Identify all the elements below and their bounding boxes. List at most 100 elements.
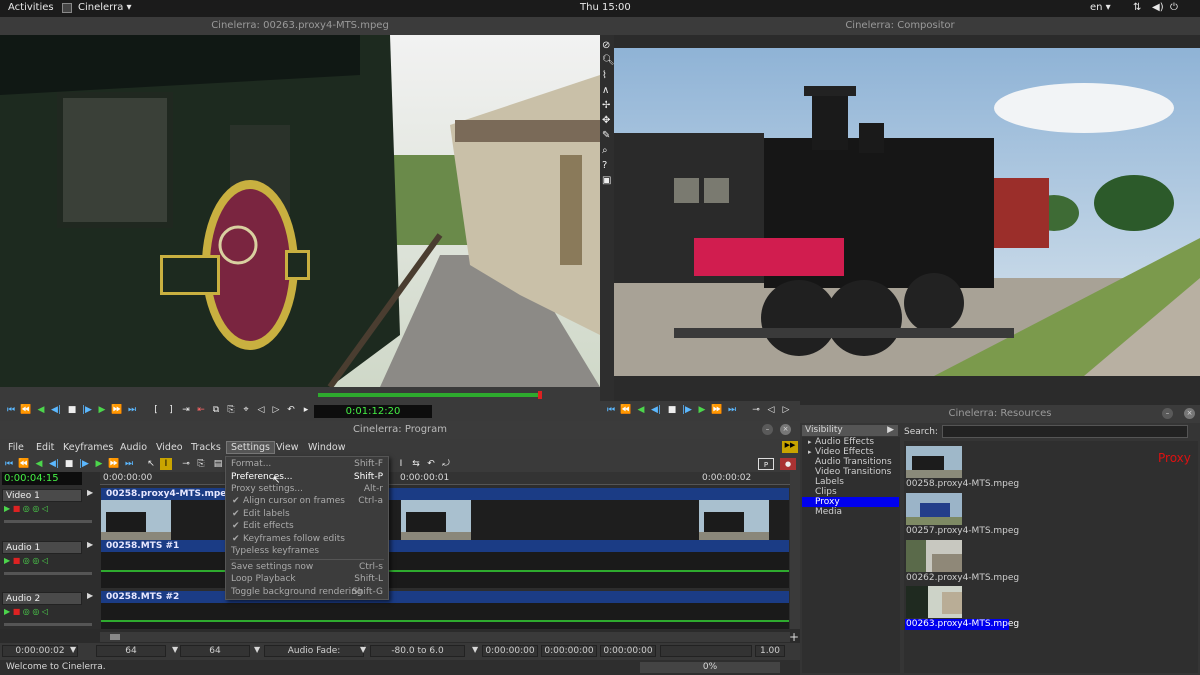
audio-clip-title[interactable]: 00258.MTS #2: [101, 591, 789, 603]
horizontal-scrollbar[interactable]: [100, 632, 790, 642]
arrow-tool-icon[interactable]: ↖: [145, 458, 157, 470]
activities-button[interactable]: Activities: [8, 2, 54, 13]
menu-item-preferences[interactable]: Preferences... Shift-P: [231, 471, 383, 483]
copy-icon[interactable]: ⎘: [195, 458, 207, 470]
dropdown-arrow-icon[interactable]: ▼: [472, 645, 478, 654]
prev-label-icon[interactable]: ◁: [765, 404, 777, 416]
reverse-play-icon[interactable]: ◀: [635, 404, 647, 416]
track-toggles[interactable]: ▶ ■ ◎ ◎ ◁: [4, 504, 84, 514]
overwrite-icon[interactable]: ⇤: [195, 404, 207, 416]
video-clip-body[interactable]: [101, 500, 789, 540]
audio-clip-title[interactable]: 00258.MTS #1: [101, 540, 789, 552]
track-fader[interactable]: [4, 623, 92, 626]
menu-item-keyframes-follow-edits[interactable]: ✔ Keyframes follow edits: [231, 533, 383, 545]
selection-end-field[interactable]: 0:00:00:00: [600, 645, 656, 657]
menu-tracks[interactable]: Tracks: [191, 442, 221, 453]
resource-thumbnail[interactable]: [906, 586, 962, 618]
folder-audio-effects[interactable]: Audio Effects: [815, 437, 874, 447]
minimize-icon[interactable]: –: [762, 424, 773, 435]
stop-icon[interactable]: ■: [666, 404, 678, 416]
close-icon[interactable]: ×: [780, 424, 791, 435]
fast-forward-icon[interactable]: ⏩: [711, 404, 723, 416]
folder-video-effects[interactable]: Video Effects: [815, 447, 874, 457]
resource-item-label[interactable]: 00258.proxy4-MTS.mpeg: [906, 479, 1019, 489]
menu-edit[interactable]: Edit: [36, 442, 54, 453]
label-icon[interactable]: ⌖: [240, 404, 252, 416]
visibility-dropdown[interactable]: Visibility ▶: [802, 425, 898, 436]
mask-icon[interactable]: ⌇: [602, 70, 607, 81]
amp-zoom-field[interactable]: 64: [180, 645, 250, 657]
zoom-plus-icon[interactable]: +: [789, 630, 799, 644]
resource-thumbnail[interactable]: [906, 446, 962, 478]
frame-forward-icon[interactable]: |▶: [78, 458, 90, 470]
rewind-icon[interactable]: ⏮: [605, 404, 617, 416]
record-icon[interactable]: ●: [780, 458, 796, 470]
folder-video-transitions[interactable]: Video Transitions: [815, 467, 891, 477]
position-field[interactable]: 0:00:00:02: [2, 645, 78, 657]
protect-icon[interactable]: ⊘: [602, 40, 610, 51]
in-point-icon[interactable]: [: [150, 404, 162, 416]
stop-icon[interactable]: ■: [63, 458, 75, 470]
frame-back-icon[interactable]: ◀|: [50, 404, 62, 416]
ibeam-tool-icon[interactable]: I: [160, 458, 172, 470]
menu-item-typeless-keyframes[interactable]: Typeless keyframes: [231, 545, 383, 557]
frame-forward-icon[interactable]: |▶: [81, 404, 93, 416]
zoom-icon[interactable]: 🔍︎: [602, 55, 615, 66]
keyframe-lock-icon[interactable]: ⊸: [180, 458, 192, 470]
help-icon[interactable]: ?: [602, 160, 607, 171]
render-status-icon[interactable]: ▶▶: [782, 441, 798, 453]
sample-zoom-field[interactable]: 64: [96, 645, 166, 657]
track-name-audio-2[interactable]: Audio 2: [2, 592, 82, 605]
dropdown-arrow-icon[interactable]: ▼: [172, 645, 178, 654]
fast-reverse-icon[interactable]: ⏪: [20, 404, 32, 416]
reverse-play-icon[interactable]: ◀: [35, 404, 47, 416]
menu-item-format[interactable]: Format... Shift-F: [231, 458, 383, 470]
language-indicator[interactable]: en ▾: [1090, 2, 1111, 13]
next-label-icon[interactable]: ▷: [270, 404, 282, 416]
undo-icon[interactable]: ↶: [425, 458, 437, 470]
track-fader[interactable]: [4, 572, 92, 575]
copy-icon[interactable]: ⎘: [225, 404, 237, 416]
undo-icon[interactable]: ↶: [285, 404, 297, 416]
selection-length-field[interactable]: 0:00:00:00: [541, 645, 597, 657]
frame-forward-icon[interactable]: |▶: [681, 404, 693, 416]
fast-reverse-icon[interactable]: ⏪: [18, 458, 30, 470]
track-name-video-1[interactable]: Video 1: [2, 489, 82, 502]
to-clip-icon[interactable]: ⧉: [210, 404, 222, 416]
track-expand-icon[interactable]: ▶: [87, 540, 93, 549]
menu-item-edit-effects[interactable]: ✔ Edit effects: [231, 520, 383, 532]
end-icon[interactable]: ⏭: [123, 458, 135, 470]
expand-arrow-icon[interactable]: ▸: [808, 448, 812, 456]
menu-item-toggle-background-rendering[interactable]: Toggle background rendering Shift-G: [231, 586, 383, 598]
selection-start-field[interactable]: 0:00:00:00: [482, 645, 538, 657]
folder-audio-transitions[interactable]: Audio Transitions: [815, 457, 892, 467]
end-icon[interactable]: ⏭: [726, 404, 738, 416]
dropdown-arrow-icon[interactable]: ▼: [70, 645, 76, 654]
fast-forward-icon[interactable]: ⏩: [111, 404, 123, 416]
play-range-icon[interactable]: ▸: [300, 404, 312, 416]
zoom-value[interactable]: 1.00: [755, 645, 785, 657]
rewind-icon[interactable]: ⏮: [5, 404, 17, 416]
viewer-timeline-slider[interactable]: [318, 393, 540, 397]
expand-arrow-icon[interactable]: ▸: [808, 438, 812, 446]
in-out-icon[interactable]: I: [395, 458, 407, 470]
track-toggles[interactable]: ▶ ■ ◎ ◎ ◁: [4, 556, 84, 566]
close-icon[interactable]: ×: [1184, 408, 1195, 419]
resource-item-label[interactable]: 00263.proxy4-MTS.mpeg: [906, 619, 1019, 629]
proxy-toggle-icon[interactable]: P: [758, 458, 774, 470]
gang-icon[interactable]: ⤾: [440, 458, 452, 470]
end-icon[interactable]: ⏭: [126, 404, 138, 416]
vertical-scrollbar[interactable]: [790, 472, 800, 629]
paste-icon[interactable]: ▤: [212, 458, 224, 470]
resource-item-label[interactable]: 00262.proxy4-MTS.mpeg: [906, 573, 1019, 583]
search-input[interactable]: [942, 425, 1188, 438]
frame-back-icon[interactable]: ◀|: [48, 458, 60, 470]
resource-item-label[interactable]: 00257.proxy4-MTS.mpeg: [906, 526, 1019, 536]
menu-item-save-settings[interactable]: Save settings now Ctrl-s: [231, 561, 383, 573]
ruler-icon[interactable]: ∧: [602, 85, 609, 96]
audio-clip-body[interactable]: [101, 603, 789, 629]
compositor-canvas[interactable]: [614, 48, 1200, 376]
rewind-icon[interactable]: ⏮: [3, 458, 15, 470]
splice-icon[interactable]: ⇥: [180, 404, 192, 416]
label-icon[interactable]: ⊸: [750, 404, 762, 416]
